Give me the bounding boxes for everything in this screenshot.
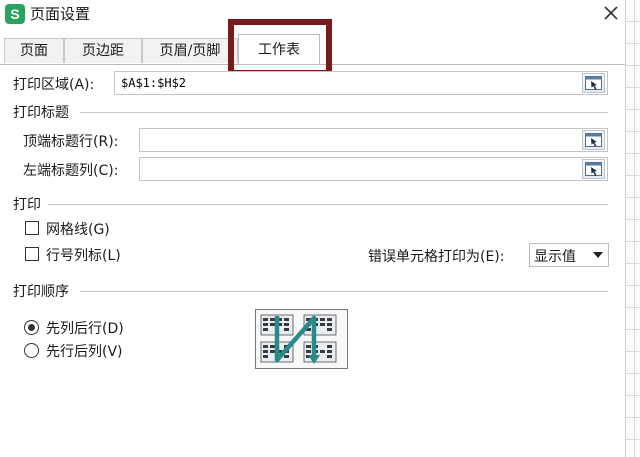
close-icon [604, 6, 618, 20]
tab-margins[interactable]: 页边距 [64, 38, 142, 63]
tab-sheet[interactable]: 工作表 [238, 34, 320, 64]
range-select-icon [585, 133, 602, 147]
print-area-collapse-button[interactable] [582, 73, 605, 93]
wps-logo-icon: S [5, 4, 25, 24]
title-bar: S 页面设置 [0, 0, 625, 28]
over-then-down-label: 先行后列(V) [46, 344, 123, 360]
over-then-down-radio[interactable] [24, 343, 39, 358]
range-select-icon [585, 76, 602, 90]
cell-errors-select[interactable]: 显示值 [529, 243, 609, 267]
background-spreadsheet-edge [625, 0, 640, 457]
print-section-title: 打印 [13, 197, 41, 213]
tab-header-footer[interactable]: 页眉/页脚 [142, 38, 238, 63]
top-rows-input[interactable] [139, 128, 608, 152]
gridlines-checkbox[interactable] [25, 221, 39, 235]
top-rows-collapse-button[interactable] [582, 130, 605, 150]
left-cols-input[interactable] [139, 157, 608, 181]
page-order-diagram-icon [260, 314, 337, 364]
left-cols-label: 左端标题列(C): [23, 163, 119, 179]
print-area-label: 打印区域(A): [13, 77, 95, 93]
page-order-section-title: 打印顺序 [13, 284, 69, 300]
down-then-over-label: 先列后行(D) [46, 321, 124, 337]
tab-page[interactable]: 页面 [4, 38, 64, 63]
row-col-headings-label: 行号列标(L) [46, 248, 121, 264]
print-area-input[interactable] [114, 71, 608, 95]
row-col-headings-checkbox[interactable] [25, 247, 39, 261]
dialog-title: 页面设置 [30, 5, 91, 23]
cell-errors-value: 显示值 [534, 249, 576, 265]
chevron-down-icon [593, 252, 603, 258]
section-divider [80, 291, 608, 292]
down-then-over-radio[interactable] [24, 320, 39, 335]
range-select-icon [585, 162, 602, 176]
section-divider [80, 112, 608, 113]
cell-errors-label: 错误单元格打印为(E): [368, 249, 505, 265]
print-titles-section-title: 打印标题 [13, 105, 69, 121]
section-divider [48, 204, 608, 205]
page-setup-dialog: S 页面设置 页面 页边距 页眉/页脚 工作表 打印区域(A): 打印标题 顶端… [0, 0, 625, 457]
gridlines-label: 网格线(G) [46, 222, 110, 238]
close-button[interactable] [600, 2, 622, 24]
tab-bar: 页面 页边距 页眉/页脚 工作表 [0, 34, 625, 65]
grid-line [634, 0, 635, 457]
left-cols-collapse-button[interactable] [582, 159, 605, 179]
top-rows-label: 顶端标题行(R): [23, 134, 119, 150]
page-order-preview [255, 309, 348, 369]
